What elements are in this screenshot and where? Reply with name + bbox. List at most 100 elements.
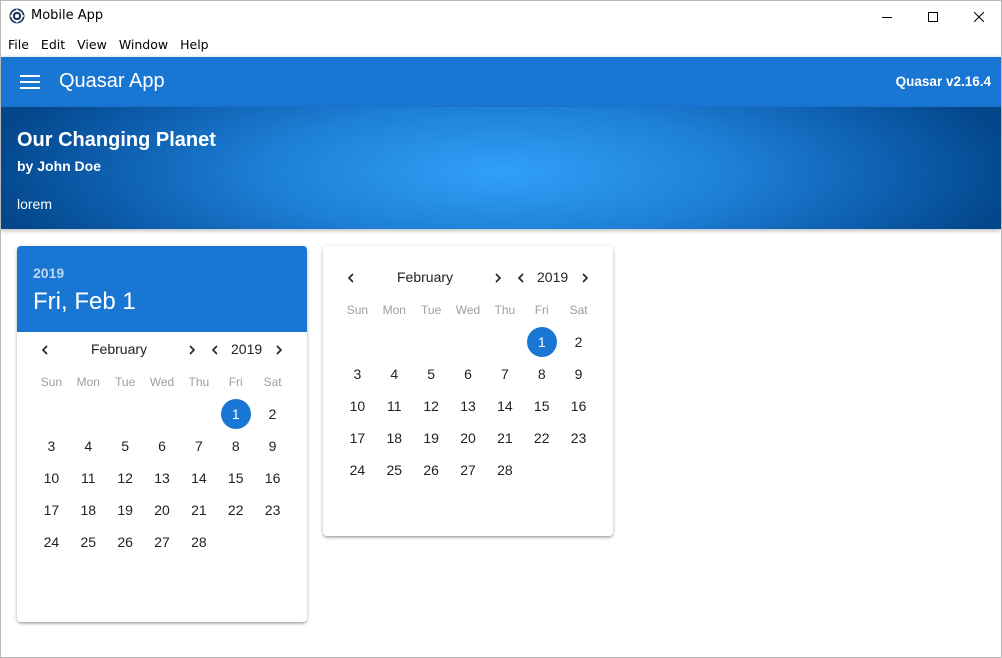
calendar-day[interactable]: 22 (217, 494, 254, 526)
calendar-day[interactable]: 24 (339, 454, 376, 486)
calendar-day[interactable]: 20 (144, 494, 181, 526)
calendar-day[interactable]: 24 (33, 526, 70, 558)
calendar-day[interactable]: 23 (254, 494, 291, 526)
close-button[interactable] (956, 1, 1001, 32)
calendar-day[interactable]: 16 (254, 462, 291, 494)
calendar-day[interactable]: 11 (70, 462, 107, 494)
year-label[interactable]: 2019 (537, 269, 568, 285)
calendar-day-label: 27 (460, 462, 476, 478)
calendar-day[interactable]: 2 (560, 326, 597, 358)
title-bar[interactable]: Mobile App (1, 1, 1001, 32)
calendar-day[interactable]: 9 (560, 358, 597, 390)
next-year-button[interactable] (575, 268, 595, 288)
calendar-day[interactable]: 5 (107, 430, 144, 462)
calendar-day[interactable]: 18 (376, 422, 413, 454)
calendar-day[interactable]: 5 (413, 358, 450, 390)
calendar-day[interactable]: 8 (217, 430, 254, 462)
drawer-toggle-button[interactable] (11, 65, 49, 99)
calendar-day[interactable]: 18 (70, 494, 107, 526)
next-month-button[interactable] (182, 340, 202, 360)
calendar-day[interactable]: 16 (560, 390, 597, 422)
calendar-day[interactable]: 25 (376, 454, 413, 486)
calendar-week-row: 10 11 12 13 14 15 16 (17, 462, 307, 494)
calendar-day[interactable]: 17 (33, 494, 70, 526)
menu-view[interactable]: View (71, 37, 113, 52)
calendar-day-label: 8 (231, 438, 240, 454)
calendar-day[interactable]: 11 (376, 390, 413, 422)
app-header: Quasar App Quasar v2.16.4 (1, 57, 1001, 107)
calendar-day[interactable]: 4 (376, 358, 413, 390)
menu-file[interactable]: File (2, 37, 35, 52)
calendar-day[interactable]: 6 (144, 430, 181, 462)
calendar-day[interactable]: 23 (560, 422, 597, 454)
calendar-day-label: 18 (80, 502, 97, 518)
calendar-day-label (416, 327, 446, 357)
calendar-day[interactable]: 21 (180, 494, 217, 526)
close-icon (974, 11, 984, 22)
calendar-day[interactable]: 28 (180, 526, 217, 558)
maximize-button[interactable] (910, 1, 956, 32)
calendar-day[interactable]: 1 (523, 326, 560, 358)
prev-year-button[interactable] (511, 268, 531, 288)
calendar-day[interactable]: 3 (33, 430, 70, 462)
header-year[interactable]: 2019 (33, 265, 64, 281)
calendar-day[interactable]: 10 (33, 462, 70, 494)
calendar-day[interactable]: 19 (413, 422, 450, 454)
calendar-day-label (258, 527, 288, 557)
calendar-day[interactable]: 15 (523, 390, 560, 422)
calendar-day[interactable]: 2 (254, 398, 291, 430)
prev-month-button[interactable] (35, 340, 55, 360)
calendar-day[interactable]: 9 (254, 430, 291, 462)
menu-bar: File Edit View Window Help (1, 32, 1001, 57)
minimize-button[interactable] (864, 1, 910, 32)
calendar-week-row: 12 (323, 326, 613, 358)
calendar-day-label: 2 (268, 406, 277, 422)
month-label[interactable]: February (91, 341, 147, 357)
calendar-day[interactable]: 1 (217, 398, 254, 430)
calendar-day[interactable]: 12 (413, 390, 450, 422)
prev-year-button[interactable] (205, 340, 225, 360)
calendar-day[interactable]: 7 (486, 358, 523, 390)
calendar-day-label: 13 (460, 398, 476, 414)
menu-help[interactable]: Help (174, 37, 215, 52)
calendar-day-label (564, 455, 594, 485)
calendar-day[interactable]: 7 (180, 430, 217, 462)
calendar-day[interactable]: 12 (107, 462, 144, 494)
calendar-day[interactable]: 14 (486, 390, 523, 422)
calendar-day[interactable]: 27 (144, 526, 181, 558)
calendar-day[interactable]: 22 (523, 422, 560, 454)
calendar-day-label: 20 (154, 502, 170, 518)
month-label[interactable]: February (397, 269, 453, 285)
calendar-day-label: 27 (154, 534, 170, 550)
next-year-button[interactable] (269, 340, 289, 360)
prev-month-button[interactable] (341, 268, 361, 288)
calendar-day[interactable]: 10 (339, 390, 376, 422)
year-label[interactable]: 2019 (231, 341, 262, 357)
calendar-day[interactable]: 15 (217, 462, 254, 494)
calendar-day[interactable]: 13 (450, 390, 487, 422)
calendar-day[interactable]: 28 (486, 454, 523, 486)
calendar-day[interactable]: 25 (70, 526, 107, 558)
menu-edit[interactable]: Edit (35, 37, 71, 52)
calendar-day-label: 1 (526, 327, 557, 357)
calendar-day[interactable]: 14 (180, 462, 217, 494)
calendar-day[interactable]: 8 (523, 358, 560, 390)
calendar-day[interactable]: 3 (339, 358, 376, 390)
calendar-empty-cell (450, 326, 487, 358)
calendar-day-label (379, 327, 409, 357)
calendar-day[interactable]: 13 (144, 462, 181, 494)
calendar-day[interactable]: 27 (450, 454, 487, 486)
menu-window[interactable]: Window (113, 37, 174, 52)
version-label: Quasar v2.16.4 (895, 74, 991, 89)
calendar-day[interactable]: 26 (107, 526, 144, 558)
calendar-day[interactable]: 17 (339, 422, 376, 454)
calendar-week-row: 24 25 26 27 28 (323, 454, 613, 486)
calendar-day[interactable]: 4 (70, 430, 107, 462)
calendar-day[interactable]: 26 (413, 454, 450, 486)
calendar-day[interactable]: 19 (107, 494, 144, 526)
calendar-day[interactable]: 20 (450, 422, 487, 454)
header-date[interactable]: Fri, Feb 1 (33, 288, 136, 316)
next-month-button[interactable] (488, 268, 508, 288)
calendar-day[interactable]: 6 (450, 358, 487, 390)
calendar-day[interactable]: 21 (486, 422, 523, 454)
